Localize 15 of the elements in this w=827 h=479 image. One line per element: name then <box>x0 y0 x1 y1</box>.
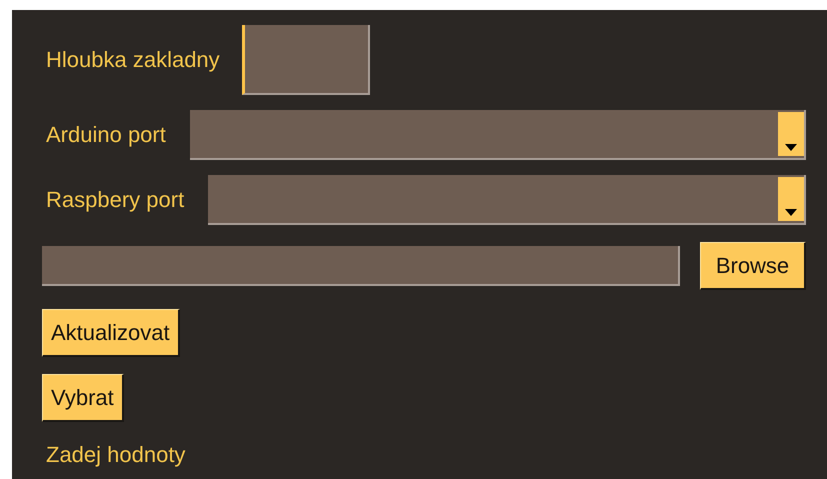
dropdown-button[interactable] <box>778 112 804 156</box>
action-button[interactable]: Aktualizovat <box>42 309 180 357</box>
browse-button[interactable]: Browse <box>700 242 806 290</box>
input-field[interactable] <box>242 25 370 95</box>
action-button[interactable]: Vybrat <box>42 374 124 422</box>
port-dropdown[interactable] <box>190 110 806 160</box>
path-field[interactable] <box>42 246 680 286</box>
field-label: Hloubka zakladny <box>46 47 220 73</box>
caret-icon <box>785 209 797 216</box>
field-label: Arduino port <box>46 122 166 148</box>
status-text: Zadej hodnoty <box>46 442 186 468</box>
field-label: Raspbery port <box>46 187 184 213</box>
port-dropdown[interactable] <box>208 175 806 225</box>
caret-icon <box>785 144 797 151</box>
dropdown-button[interactable] <box>778 177 804 221</box>
